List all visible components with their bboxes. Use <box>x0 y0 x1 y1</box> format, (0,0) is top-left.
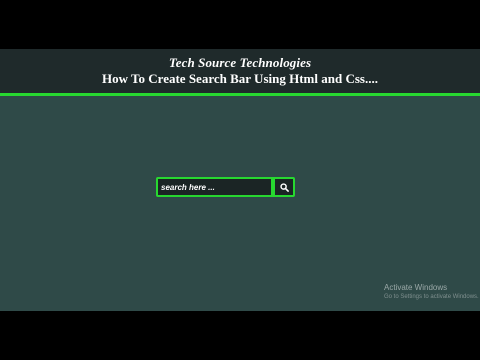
page-header: Tech Source Technologies How To Create S… <box>0 49 480 96</box>
search-icon <box>279 182 289 192</box>
search-bar <box>156 177 295 197</box>
watermark-subtitle: Go to Settings to activate Windows. <box>384 294 479 300</box>
activate-windows-watermark: Activate Windows Go to Settings to activ… <box>384 283 479 302</box>
search-button[interactable] <box>273 177 295 197</box>
watermark-title: Activate Windows <box>384 283 448 292</box>
page-subtitle: How To Create Search Bar Using Html and … <box>102 71 378 86</box>
video-frame: Tech Source Technologies How To Create S… <box>0 0 480 360</box>
search-input[interactable] <box>156 177 273 197</box>
page-title: Tech Source Technologies <box>168 55 312 70</box>
web-page: Tech Source Technologies How To Create S… <box>0 49 480 311</box>
